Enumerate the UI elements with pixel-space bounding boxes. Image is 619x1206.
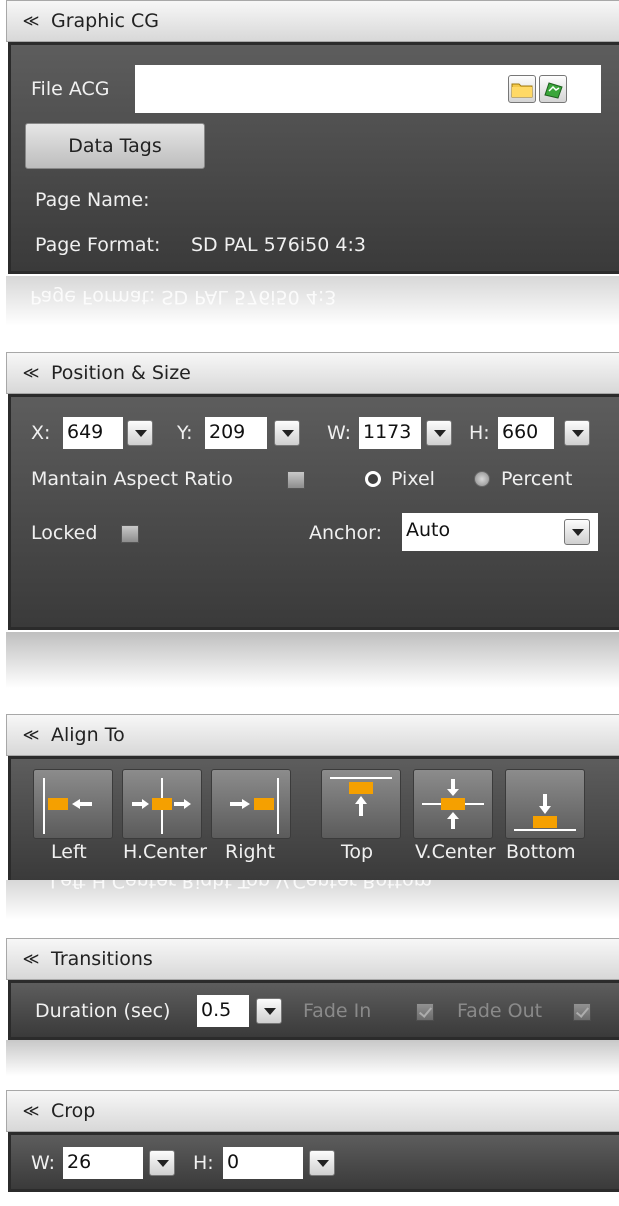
- percent-label: Percent: [501, 468, 573, 490]
- crop-title: Crop: [51, 1100, 96, 1122]
- page-format-value: SD PAL 576i50 4:3: [191, 234, 366, 256]
- align-hcenter-button[interactable]: [122, 769, 202, 839]
- crop-h-dropdown-button[interactable]: [309, 1150, 335, 1176]
- crop-panel: W: 26 H: 0: [8, 1132, 619, 1192]
- align-hcenter-label: H.Center: [123, 841, 207, 863]
- anchor-label: Anchor:: [309, 522, 383, 544]
- position-size-title: Position & Size: [51, 362, 191, 384]
- crop-w-input[interactable]: 26: [63, 1147, 143, 1179]
- aspect-ratio-checkbox[interactable]: [287, 471, 305, 489]
- align-right-icon: [230, 778, 279, 834]
- y-label: Y:: [177, 422, 193, 444]
- align-top-label: Top: [341, 841, 374, 863]
- y-dropdown-button[interactable]: [274, 420, 300, 446]
- align-right-label: Right: [225, 841, 276, 863]
- align-to-section: ≪ Align To Left H.Center Right Top V.Cen…: [6, 714, 619, 894]
- reflection-text: Page Format: SD PAL 576i50 4:3: [30, 286, 337, 308]
- page-format-label: Page Format:: [35, 234, 161, 256]
- align-left-label: Left: [51, 841, 87, 863]
- align-hcenter-icon: [132, 778, 191, 834]
- align-top-button[interactable]: [321, 769, 401, 839]
- duration-input[interactable]: 0.5: [197, 995, 249, 1027]
- transitions-panel: Duration (sec) 0.5 Fade In Fade Out: [8, 980, 619, 1040]
- crop-w-dropdown-button[interactable]: [149, 1150, 175, 1176]
- align-left-button[interactable]: [33, 769, 113, 839]
- transitions-header[interactable]: ≪ Transitions: [6, 938, 619, 980]
- align-left-icon: [43, 778, 92, 834]
- crop-header[interactable]: ≪ Crop: [6, 1090, 619, 1132]
- locked-label: Locked: [31, 522, 98, 544]
- collapse-chevron-icon[interactable]: ≪: [21, 951, 41, 967]
- transitions-title: Transitions: [51, 948, 153, 970]
- file-acg-label: File ACG: [31, 78, 110, 100]
- x-input[interactable]: 649: [63, 417, 123, 449]
- pixel-label: Pixel: [391, 468, 435, 490]
- x-label: X:: [31, 422, 51, 444]
- align-vcenter-button[interactable]: [413, 769, 493, 839]
- locked-checkbox[interactable]: [121, 525, 139, 543]
- x-dropdown-button[interactable]: [127, 420, 153, 446]
- fade-out-label: Fade Out: [457, 1000, 543, 1022]
- reflection-text: Left H.Center Right Top V.Center Bottom: [50, 880, 433, 892]
- collapse-chevron-icon[interactable]: ≪: [21, 727, 41, 743]
- crop-h-label: H:: [193, 1152, 214, 1174]
- h-input[interactable]: 660: [498, 417, 554, 449]
- position-size-reflection: [6, 632, 619, 688]
- align-to-header[interactable]: ≪ Align To: [6, 714, 619, 756]
- graphic-cg-header[interactable]: ≪ Graphic CG: [6, 0, 619, 42]
- fade-in-checkbox[interactable]: [416, 1003, 434, 1021]
- align-right-button[interactable]: [211, 769, 291, 839]
- position-size-header[interactable]: ≪ Position & Size: [6, 352, 619, 394]
- h-dropdown-button[interactable]: [564, 420, 590, 446]
- graphic-cg-panel: File ACG Data Tags Page Name: Page Forma…: [8, 42, 619, 274]
- y-input[interactable]: 209: [205, 417, 267, 449]
- page-name-label: Page Name:: [35, 189, 150, 211]
- duration-dropdown-button[interactable]: [256, 998, 282, 1024]
- graphic-cg-title: Graphic CG: [51, 10, 160, 32]
- position-size-section: ≪ Position & Size X: 649 Y: 209 W: 1173 …: [6, 352, 619, 652]
- duration-label: Duration (sec): [35, 1000, 171, 1022]
- percent-radio[interactable]: [474, 471, 490, 487]
- picture-icon: [544, 82, 563, 99]
- w-input[interactable]: 1173: [359, 417, 421, 449]
- align-top-icon: [330, 777, 392, 816]
- data-tags-button[interactable]: Data Tags: [25, 123, 205, 169]
- graphic-cg-section: ≪ Graphic CG File ACG Data Tags Page Nam…: [6, 0, 619, 300]
- align-bottom-label: Bottom: [506, 841, 576, 863]
- w-label: W:: [327, 422, 352, 444]
- fade-out-checkbox[interactable]: [573, 1003, 591, 1021]
- align-to-reflection: Left H.Center Right Top V.Center Bottom: [6, 880, 619, 920]
- align-vcenter-label: V.Center: [415, 841, 496, 863]
- transitions-reflection: [6, 1040, 619, 1076]
- align-bottom-icon: [514, 794, 576, 831]
- open-folder-button[interactable]: [508, 75, 536, 103]
- anchor-dropdown-button[interactable]: [564, 519, 590, 545]
- align-to-title: Align To: [51, 724, 125, 746]
- pixel-radio[interactable]: [365, 471, 381, 487]
- align-vcenter-icon: [422, 779, 484, 829]
- position-size-panel: X: 649 Y: 209 W: 1173 H: 660 Mantain Asp…: [8, 394, 619, 630]
- align-bottom-button[interactable]: [505, 769, 585, 839]
- folder-icon: [511, 83, 533, 98]
- collapse-chevron-icon[interactable]: ≪: [21, 13, 41, 29]
- collapse-chevron-icon[interactable]: ≪: [21, 365, 41, 381]
- h-label: H:: [469, 422, 490, 444]
- collapse-chevron-icon[interactable]: ≪: [21, 1103, 41, 1119]
- fade-in-label: Fade In: [303, 1000, 372, 1022]
- aspect-ratio-label: Mantain Aspect Ratio: [31, 468, 233, 490]
- crop-h-input[interactable]: 0: [223, 1147, 303, 1179]
- align-to-panel: Left H.Center Right Top V.Center Bottom: [8, 756, 619, 884]
- graphic-cg-reflection: Page Format: SD PAL 576i50 4:3: [6, 276, 619, 326]
- w-dropdown-button[interactable]: [426, 420, 452, 446]
- crop-w-label: W:: [31, 1152, 56, 1174]
- open-file-button[interactable]: [539, 75, 567, 103]
- crop-section: ≪ Crop W: 26 H: 0: [6, 1090, 619, 1206]
